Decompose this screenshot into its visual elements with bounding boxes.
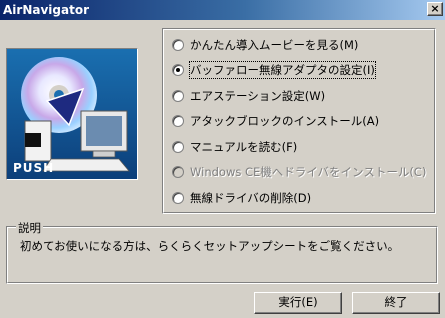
explanation-title: 説明 [16, 220, 43, 236]
option-adapter-settings[interactable]: バッファロー無線アダプタの設定(I) [172, 61, 376, 79]
explanation-group: 説明 初めてお使いになる方は、らくらくセットアップシートをご覧ください。 [6, 220, 438, 284]
radio-button[interactable] [172, 115, 184, 127]
radio-button [172, 166, 184, 178]
close-icon: × [430, 2, 440, 15]
push-label: PUSH [13, 161, 55, 175]
radio-button[interactable] [172, 39, 184, 51]
explanation-text: 初めてお使いになる方は、らくらくセットアップシートをご覧ください。 [20, 239, 400, 253]
window-title: AirNavigator [3, 3, 89, 17]
option-remove-driver[interactable]: 無線ドライバの削除(D) [172, 189, 311, 207]
option-label: 無線ドライバの削除(D) [190, 191, 312, 205]
title-bar[interactable]: AirNavigator × [0, 0, 445, 20]
option-label: マニュアルを読む(F) [190, 140, 298, 154]
radio-button[interactable] [172, 90, 184, 102]
option-label: かんたん導入ムービーを見る(M) [190, 38, 359, 52]
option-attack-block-install[interactable]: アタックブロックのインストール(A) [172, 112, 379, 130]
option-label: アタックブロックのインストール(A) [190, 114, 380, 128]
option-read-manual[interactable]: マニュアルを読む(F) [172, 138, 297, 156]
option-airstation-settings[interactable]: エアステーション設定(W) [172, 87, 325, 105]
option-label: エアステーション設定(W) [190, 89, 326, 103]
cd-computer-illustration [7, 49, 137, 179]
radio-button[interactable] [172, 192, 184, 204]
exit-button[interactable]: 終了 [352, 292, 440, 314]
options-group: かんたん導入ムービーを見る(M) バッファロー無線アダプタの設定(I) エアステ… [162, 28, 436, 214]
radio-button[interactable] [172, 141, 184, 153]
option-label: Windows CE機へドライバをインストール(C) [190, 165, 427, 179]
air-navigator-window: AirNavigator × PUSH かんたん導入ムービーを見る(M) バッフ… [0, 0, 445, 318]
product-logo: PUSH [6, 48, 138, 180]
close-button[interactable]: × [427, 2, 443, 16]
option-movie[interactable]: かんたん導入ムービーを見る(M) [172, 36, 358, 54]
radio-button[interactable] [172, 64, 184, 76]
option-wince-driver-install: Windows CE機へドライバをインストール(C) [172, 163, 426, 181]
option-label: バッファロー無線アダプタの設定(I) [189, 61, 376, 79]
execute-button[interactable]: 実行(E) [254, 292, 342, 314]
